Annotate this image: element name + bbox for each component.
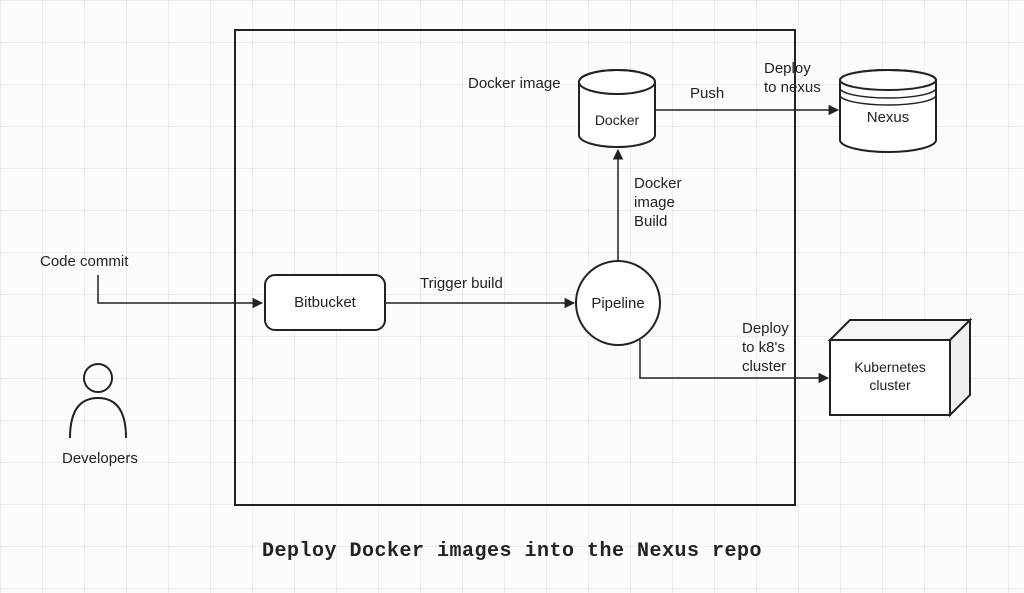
bitbucket-label: Bitbucket [294,294,357,311]
docker-label: Docker [595,112,640,128]
pipeline-label: Pipeline [591,295,644,312]
k8s-label-line1: Kubernetes [854,359,926,375]
edge-label-docker-build: Docker image Build [634,175,714,231]
edge-label-code-commit: Code commit [40,253,128,270]
nexus-label: Nexus [867,109,910,126]
edge-code-commit [98,275,262,303]
edge-label-deploy-nexus: Deployto nexus [764,60,844,98]
developers-label: Developers [62,450,138,467]
edge-label-docker-image: Docker image [468,75,578,94]
k8s-label-line2: cluster [869,377,911,393]
edge-label-push: Push [690,85,724,102]
developers-actor [70,364,126,438]
diagram-title: Deploy Docker images into the Nexus repo [0,540,1024,563]
edge-label-deploy-k8s: Deployto k8'scluster [742,320,832,376]
docker-node [579,70,655,147]
edge-label-trigger-build: Trigger build [420,275,503,292]
